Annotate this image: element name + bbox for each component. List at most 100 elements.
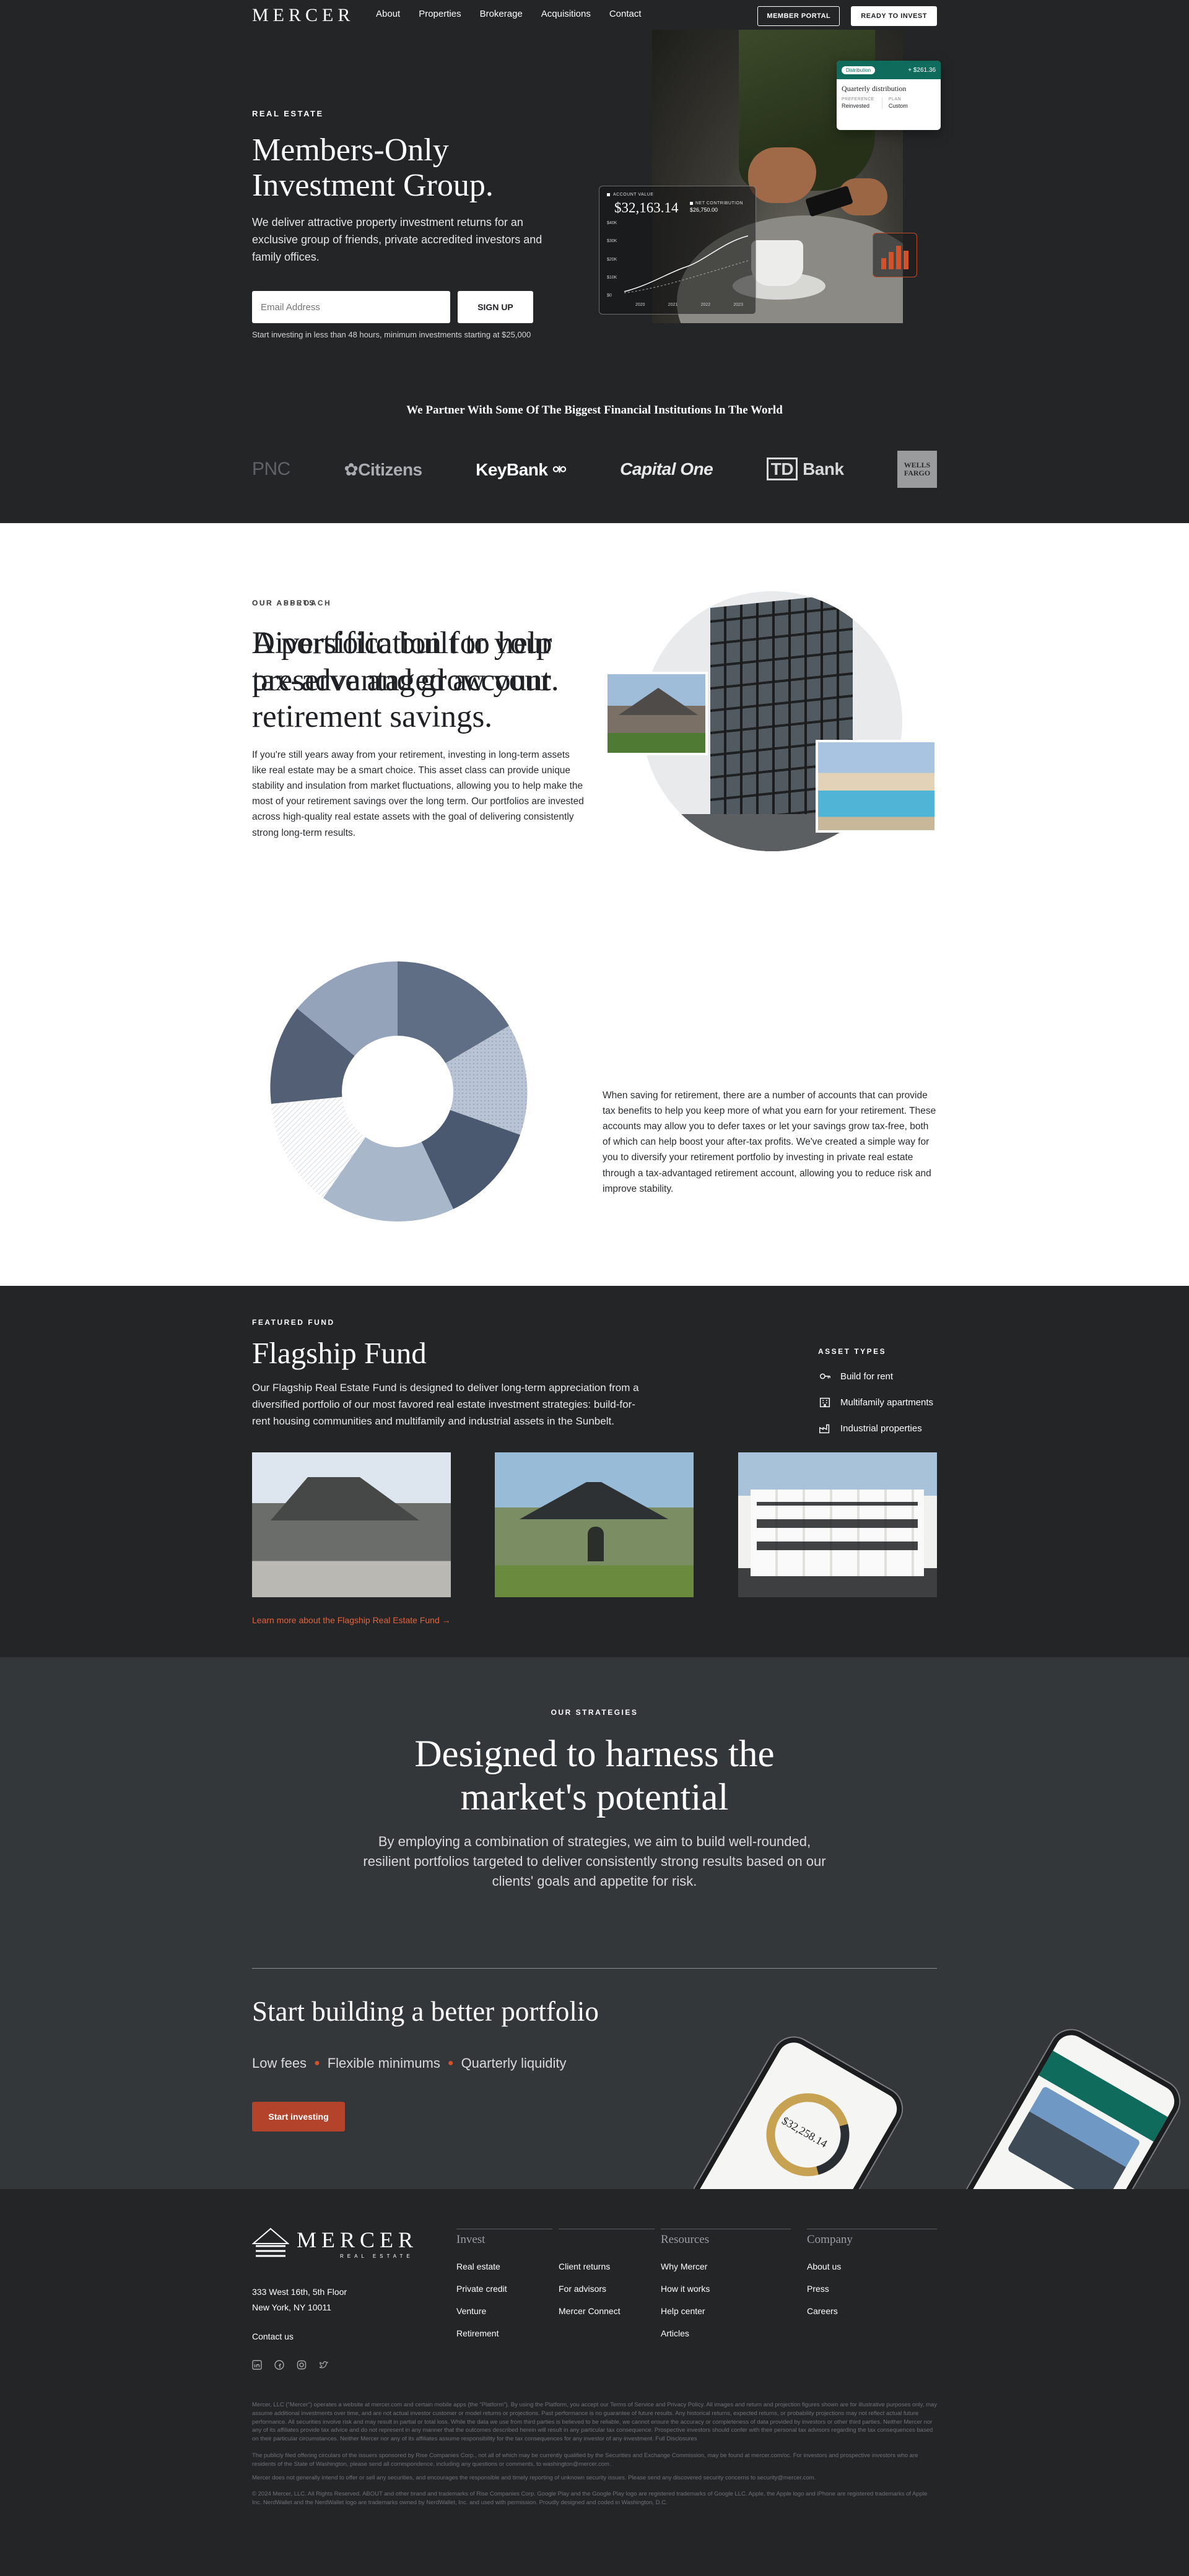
y-tick: $40K (607, 221, 617, 225)
asset-type-item: Multifamily apartments (818, 1395, 933, 1409)
x-tick: 2021 (668, 303, 678, 307)
key-icon (819, 1373, 830, 1379)
factory-icon (819, 1424, 830, 1434)
approach-title: Diversification for your tax-advantaged … (252, 626, 559, 698)
footer-link[interactable]: Help center (661, 2300, 791, 2322)
build-title: Start building a better portfolio (252, 1996, 599, 2027)
footer-link[interactable]: Why Mercer (661, 2255, 791, 2278)
footer-link[interactable]: Mercer Connect (559, 2300, 655, 2322)
signup-button[interactable]: SIGN UP (458, 291, 533, 323)
nav-link-brokerage[interactable]: Brokerage (480, 9, 523, 19)
instagram-icon[interactable] (297, 2360, 307, 2370)
signup-form: SIGN UP (252, 291, 533, 323)
top-nav: MERCER About Properties Brokerage Acquis… (252, 0, 937, 33)
footer-link[interactable]: How it works (661, 2278, 791, 2300)
disclaimer-text: Mercer does not generally intend to offe… (252, 2474, 816, 2481)
flagship-section: FEATURED FUND Flagship Fund Our Flagship… (0, 1286, 1189, 1657)
footer: MERCER REAL ESTATE 333 West 16th, 5th Fl… (0, 2189, 1189, 2576)
y-tick: $20K (607, 257, 617, 262)
partner-logos: PNC ✿Citizens KeyBank ⚮ Capital One TD Ba… (252, 451, 937, 488)
nav-link-contact[interactable]: Contact (609, 9, 642, 19)
net-contribution-label: NET CONTRIBUTION (695, 201, 744, 206)
phone-properties (927, 2029, 1187, 2189)
copyright-text: © 2024 Mercer, LLC. All Rights Reserved.… (252, 2491, 928, 2506)
account-value-card: ACCOUNT VALUE $32,163.14 NET CONTRIBUTIO… (599, 186, 756, 314)
strategies-section: OUR STRATEGIES Designed to harness the m… (0, 1657, 1189, 2189)
hero-lead: We deliver attractive property investmen… (252, 216, 542, 263)
account-line-chart (624, 235, 748, 293)
divider (252, 1968, 937, 1969)
account-value: $32,163.14 (614, 200, 679, 215)
linkedin-icon[interactable] (252, 2360, 262, 2370)
x-tick: 2020 (635, 303, 645, 307)
y-tick: $30K (607, 239, 617, 244)
hero-note: Start investing in less than 48 hours, m… (252, 330, 531, 339)
flagship-learn-more-link[interactable]: Learn more about the Flagship Real Estat… (252, 1615, 451, 1625)
footer-link[interactable]: Articles (661, 2322, 791, 2344)
pool-photo (816, 740, 937, 833)
feature-low-fees: Low fees (252, 2055, 307, 2071)
footer-link[interactable]: Press (807, 2278, 937, 2300)
nav-link-acquisitions[interactable]: Acquisitions (541, 9, 591, 19)
preference-label: PREFERENCE (842, 97, 874, 102)
bullet-icon: ● (447, 2058, 454, 2068)
y-tick: $0 (607, 293, 612, 298)
fund-photo-townhomes (252, 1452, 451, 1597)
email-input[interactable] (252, 291, 450, 323)
ready-to-invest-button[interactable]: READY TO INVEST (851, 6, 937, 26)
start-investing-button[interactable]: Start investing (252, 2102, 345, 2131)
footer-brand: MERCER (297, 2227, 419, 2252)
footer-link[interactable]: Private credit (456, 2278, 552, 2300)
facebook-icon[interactable] (274, 2360, 284, 2370)
footer-col-title: Invest (456, 2229, 552, 2255)
footer-link[interactable]: Client returns (559, 2255, 655, 2278)
footer-link[interactable]: Venture (456, 2300, 552, 2322)
citizens-logo: ✿Citizens (344, 459, 422, 479)
strategies-title: Designed to harness the market's potenti… (414, 1733, 775, 1818)
footer-logo[interactable]: MERCER REAL ESTATE (252, 2227, 418, 2260)
x-tick: 2022 (700, 303, 711, 307)
footer-link[interactable]: About us (807, 2255, 937, 2278)
td-bank-logo: TD Bank (766, 458, 844, 480)
footer-link[interactable]: Retirement (456, 2322, 552, 2344)
distribution-card: Distribution + $261.36 Quarterly distrib… (837, 61, 941, 130)
preference-value: Reinvested (842, 103, 870, 109)
member-portal-button[interactable]: MEMBER PORTAL (757, 6, 840, 26)
nav-link-about[interactable]: About (376, 9, 400, 19)
brand-logo[interactable]: MERCER (252, 5, 354, 26)
pnc-logo: PNC (252, 459, 290, 479)
mercer-emblem-icon (252, 2227, 289, 2257)
distribution-title: Quarterly distribution (842, 84, 907, 93)
footer-link[interactable]: Real estate (456, 2255, 552, 2278)
hero-section: MERCER About Properties Brokerage Acquis… (0, 0, 1189, 523)
capital-one-logo: Capital One (620, 459, 713, 479)
partners-title: We Partner With Some Of The Biggest Fina… (406, 404, 783, 417)
strategies-lead: By employing a combination of strategies… (363, 1834, 826, 1889)
footer-col-company: Company About us Press Careers (807, 2229, 937, 2322)
approach-eyebrow: OUR APPROACH (252, 599, 332, 607)
flagship-title: Flagship Fund (252, 1336, 427, 1370)
footer-link[interactable]: For advisors (559, 2278, 655, 2300)
hero-title: Members-Only Investment Group. (252, 132, 494, 204)
bullet-icon: ● (314, 2058, 320, 2068)
nav-link-properties[interactable]: Properties (419, 9, 461, 19)
footer-col-invest-more: Client returns For advisors Mercer Conne… (559, 2229, 655, 2322)
contact-link[interactable]: Contact us (252, 2331, 294, 2341)
footer-link[interactable]: Careers (807, 2300, 937, 2322)
footer-brand-sub: REAL ESTATE (340, 2253, 414, 2259)
house-photo (605, 672, 708, 755)
asset-types: ASSET TYPES Build for rent Multifamily a… (818, 1347, 933, 1447)
address-line: New York, NY 10011 (252, 2302, 331, 2313)
twitter-icon[interactable] (319, 2360, 329, 2370)
keybank-logo: KeyBank ⚮ (476, 459, 567, 479)
nav-links: About Properties Brokerage Acquisitions … (376, 9, 642, 19)
phone-portfolio: $32,258.14 (694, 2029, 910, 2189)
disclaimer-text: The publicly filed offering circulars of… (252, 2452, 918, 2468)
flagship-lead: Our Flagship Real Estate Fund is designe… (252, 1382, 639, 1427)
plan-value: Custom (888, 103, 908, 109)
asset-type-label: Industrial properties (840, 1423, 922, 1434)
assets-body: If you're still years away from your ret… (252, 750, 584, 838)
footer-col-title: Resources (661, 2229, 791, 2255)
address-line: 333 West 16th, 5th Floor (252, 2287, 347, 2297)
account-value-label: ACCOUNT VALUE (613, 193, 654, 197)
